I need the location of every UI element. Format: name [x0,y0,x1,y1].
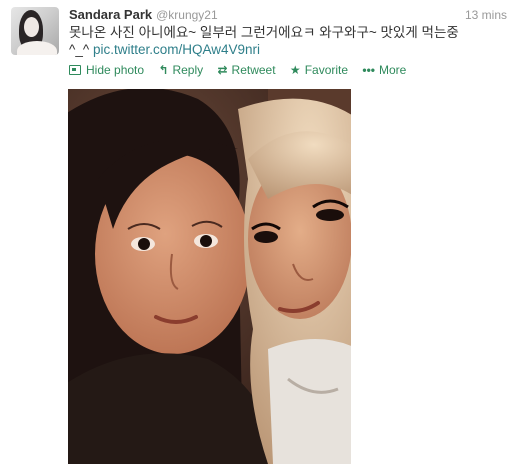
more-label: More [379,63,407,77]
retweet-label: Retweet [231,63,276,77]
more-button[interactable]: ••• More [362,62,406,78]
tweet-header: Sandara Park @krungy21 13 mins [69,6,509,24]
reply-label: Reply [172,63,204,77]
avatar-face [24,17,39,37]
photo-icon [69,65,81,75]
tweet-text: 못나온 사진 아니에요~ 일부러 그런거에요ㅋ 와구와구~ 맛있게 먹는중 ^_… [69,24,511,58]
tweet-text-emoticon: ^_^ [69,42,93,57]
reply-arrow-icon: ↰ [158,63,169,77]
hide-photo-label: Hide photo [86,63,145,77]
tweet-text-line-1: 못나온 사진 아니에요~ 일부러 그런거에요ㅋ 와구와구~ 맛있게 먹는중 [69,25,459,40]
avatar-shoulder [17,41,57,55]
tweet-timestamp[interactable]: 13 mins [465,6,507,24]
retweet-icon: ⇄ [217,63,228,77]
retweet-button[interactable]: ⇄ Retweet [217,62,275,78]
reply-button[interactable]: ↰ Reply [158,62,203,78]
favorite-label: Favorite [304,63,349,77]
author-name[interactable]: Sandara Park [69,7,152,22]
tweet-photo-link[interactable]: pic.twitter.com/HQAw4V9nri [93,42,260,57]
ellipsis-icon: ••• [362,63,375,77]
author-handle[interactable]: @krungy21 [156,8,218,22]
tweet-photo[interactable] [68,89,351,464]
tweet-actions: Hide photo ↰ Reply ⇄ Retweet ★ Favorite •••… [69,62,417,78]
tweet-text-line-2: ^_^ pic.twitter.com/HQAw4V9nri [69,41,511,58]
favorite-button[interactable]: ★ Favorite [290,62,348,78]
selfie-image [68,89,351,464]
author-avatar[interactable] [11,7,59,55]
tweet: Sandara Park @krungy21 13 mins 못나온 사진 아니에… [0,0,518,472]
star-icon: ★ [289,63,301,77]
hide-photo-button[interactable]: Hide photo [69,62,144,78]
